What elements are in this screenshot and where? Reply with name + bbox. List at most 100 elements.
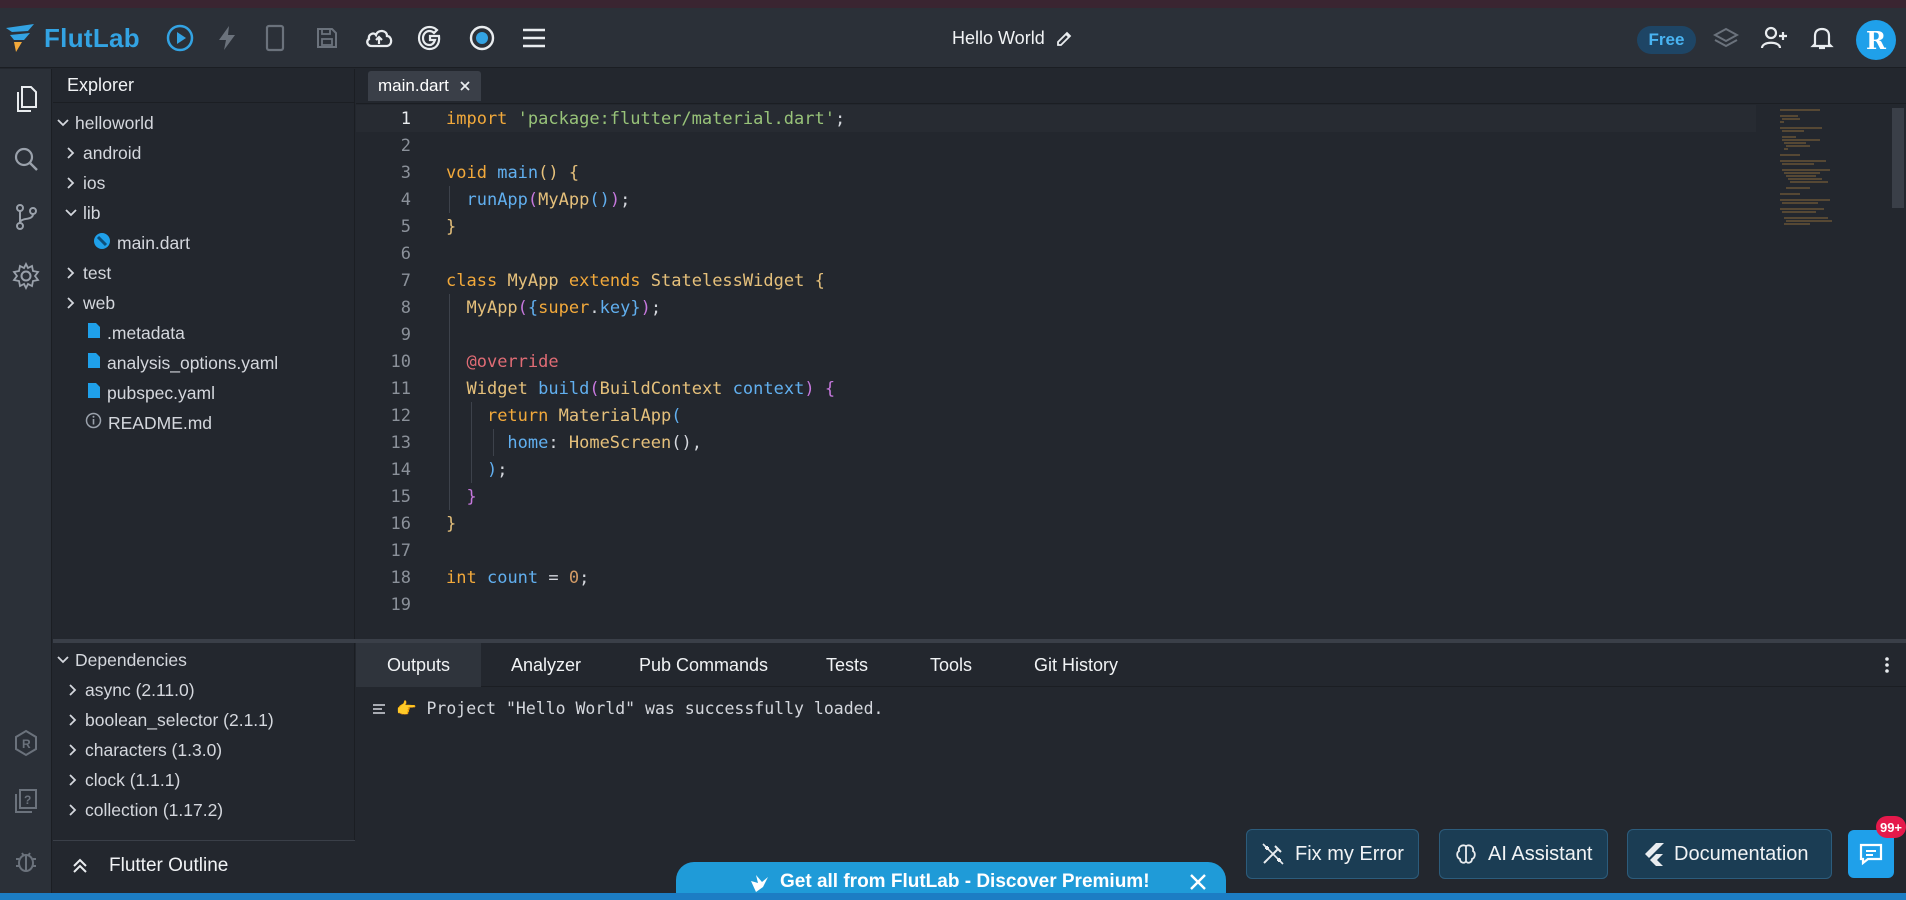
flutlab-logo[interactable]: FlutLab bbox=[4, 20, 140, 56]
close-icon[interactable] bbox=[1188, 872, 1208, 892]
code-line: 18 int count = 0; bbox=[356, 564, 1756, 591]
indent-guide bbox=[449, 186, 450, 213]
ai-assistant-button[interactable]: AI Assistant bbox=[1439, 829, 1608, 879]
tab-pub-commands[interactable]: Pub Commands bbox=[639, 643, 768, 687]
google-icon[interactable] bbox=[415, 23, 445, 53]
chevron-down-icon bbox=[57, 119, 69, 127]
outline-title: Flutter Outline bbox=[109, 854, 229, 876]
line-number: 6 bbox=[400, 243, 411, 264]
hot-reload-icon[interactable] bbox=[212, 23, 242, 53]
fix-error-button[interactable]: Fix my Error bbox=[1246, 829, 1419, 879]
code-line: 17 bbox=[356, 537, 1756, 564]
run-icon[interactable] bbox=[165, 23, 195, 53]
code-line: 6 bbox=[356, 240, 1756, 267]
flutter-icon bbox=[1645, 843, 1664, 866]
dependencies-header[interactable]: Dependencies bbox=[57, 647, 187, 673]
dependency-item[interactable]: collection (1.17.2) bbox=[67, 797, 223, 823]
lines-icon bbox=[373, 704, 385, 714]
output-panel-tabs: Outputs Analyzer Pub Commands Tests Tool… bbox=[356, 643, 1906, 687]
tab-git-history[interactable]: Git History bbox=[1034, 643, 1118, 687]
tree-folder-android[interactable]: android bbox=[65, 140, 141, 166]
bug-icon[interactable] bbox=[8, 843, 44, 879]
bell-icon[interactable] bbox=[1807, 23, 1837, 53]
tab-tests[interactable]: Tests bbox=[826, 643, 868, 687]
project-title[interactable]: Hello World bbox=[952, 28, 1073, 49]
code-line: 19 bbox=[356, 591, 1756, 618]
code-text: } bbox=[446, 513, 457, 534]
code-text: class MyApp extends StatelessWidget { bbox=[446, 270, 825, 291]
flutter-outline-header[interactable]: Flutter Outline bbox=[53, 840, 355, 890]
file-icon bbox=[87, 322, 101, 344]
add-user-icon[interactable] bbox=[1759, 23, 1789, 53]
line-number: 11 bbox=[390, 378, 411, 399]
cloud-upload-icon[interactable] bbox=[364, 23, 394, 53]
search-icon[interactable] bbox=[8, 141, 44, 177]
code-line: 8 MyApp({super.key}); bbox=[356, 294, 1756, 321]
dependency-item[interactable]: boolean_selector (2.1.1) bbox=[67, 707, 274, 733]
line-number: 9 bbox=[400, 324, 411, 345]
help-icon[interactable]: ? bbox=[8, 783, 44, 819]
tree-folder-ios[interactable]: ios bbox=[65, 170, 105, 196]
tree-label: web bbox=[83, 292, 116, 313]
code-text: } bbox=[446, 216, 457, 237]
pencil-icon[interactable] bbox=[1055, 30, 1073, 48]
code-editor[interactable]: 1 import 'package:flutter/material.dart'… bbox=[356, 105, 1906, 640]
files-icon[interactable] bbox=[8, 81, 44, 117]
explorer-panel: Explorer helloworld android ios lib main… bbox=[53, 69, 355, 639]
tree-file-main-dart[interactable]: main.dart bbox=[93, 230, 190, 256]
save-icon[interactable] bbox=[312, 23, 342, 53]
tree-folder-lib[interactable]: lib bbox=[65, 200, 101, 226]
project-title-text: Hello World bbox=[952, 28, 1045, 48]
tree-file-readme[interactable]: README.md bbox=[85, 410, 212, 436]
tree-folder-helloworld[interactable]: helloworld bbox=[57, 110, 154, 136]
notification-badge: 99+ bbox=[1876, 816, 1906, 838]
close-icon[interactable] bbox=[459, 80, 471, 92]
tree-folder-web[interactable]: web bbox=[65, 290, 115, 316]
code-line: 13 home: HomeScreen(), bbox=[356, 429, 1756, 456]
activity-bar: R ? bbox=[0, 69, 52, 900]
tree-file-analysis-options[interactable]: analysis_options.yaml bbox=[87, 350, 278, 376]
device-icon[interactable] bbox=[260, 23, 290, 53]
tab-main-dart[interactable]: main.dart bbox=[368, 71, 481, 101]
documentation-button[interactable]: Documentation bbox=[1627, 829, 1832, 879]
tab-analyzer[interactable]: Analyzer bbox=[511, 643, 581, 687]
line-number: 15 bbox=[390, 486, 411, 507]
code-line: 5 } bbox=[356, 213, 1756, 240]
code-minimap[interactable] bbox=[1770, 108, 1890, 268]
file-icon bbox=[87, 382, 101, 404]
tree-file-pubspec[interactable]: pubspec.yaml bbox=[87, 380, 215, 406]
tree-folder-test[interactable]: test bbox=[65, 260, 111, 286]
editor-scrollbar[interactable] bbox=[1892, 108, 1904, 208]
tab-outputs[interactable]: Outputs bbox=[356, 643, 481, 687]
tab-tools[interactable]: Tools bbox=[930, 643, 972, 687]
dependency-item[interactable]: characters (1.3.0) bbox=[67, 737, 222, 763]
settings-icon[interactable] bbox=[8, 258, 44, 294]
line-number: 14 bbox=[390, 459, 411, 480]
plan-badge[interactable]: Free bbox=[1637, 26, 1696, 54]
user-avatar[interactable]: R bbox=[1856, 20, 1896, 60]
tree-label: pubspec.yaml bbox=[107, 382, 215, 403]
code-line: 14 ); bbox=[356, 456, 1756, 483]
chevron-right-icon bbox=[65, 177, 77, 189]
chevron-right-icon bbox=[67, 744, 79, 756]
dependency-item[interactable]: clock (1.1.1) bbox=[67, 767, 180, 793]
line-number: 3 bbox=[400, 162, 411, 183]
dependency-item[interactable]: async (2.11.0) bbox=[67, 677, 195, 703]
code-line: 4 runApp(MyApp()); bbox=[356, 186, 1756, 213]
chevron-down-icon bbox=[65, 209, 77, 217]
line-number: 10 bbox=[390, 351, 411, 372]
git-branch-icon[interactable] bbox=[8, 199, 44, 235]
chevron-right-icon bbox=[65, 267, 77, 279]
line-number: 8 bbox=[400, 297, 411, 318]
tree-file-metadata[interactable]: .metadata bbox=[87, 320, 185, 346]
record-icon[interactable] bbox=[467, 23, 497, 53]
layers-icon[interactable] bbox=[1711, 23, 1741, 53]
svg-text:?: ? bbox=[24, 793, 31, 807]
code-line: 3 void main() { bbox=[356, 159, 1756, 186]
more-vertical-icon[interactable] bbox=[1884, 643, 1890, 687]
code-text: Widget build(BuildContext context) { bbox=[466, 378, 836, 399]
app-name: FlutLab bbox=[44, 22, 140, 53]
r-icon[interactable]: R bbox=[8, 725, 44, 761]
menu-icon[interactable] bbox=[519, 23, 549, 53]
line-number: 2 bbox=[400, 135, 411, 156]
